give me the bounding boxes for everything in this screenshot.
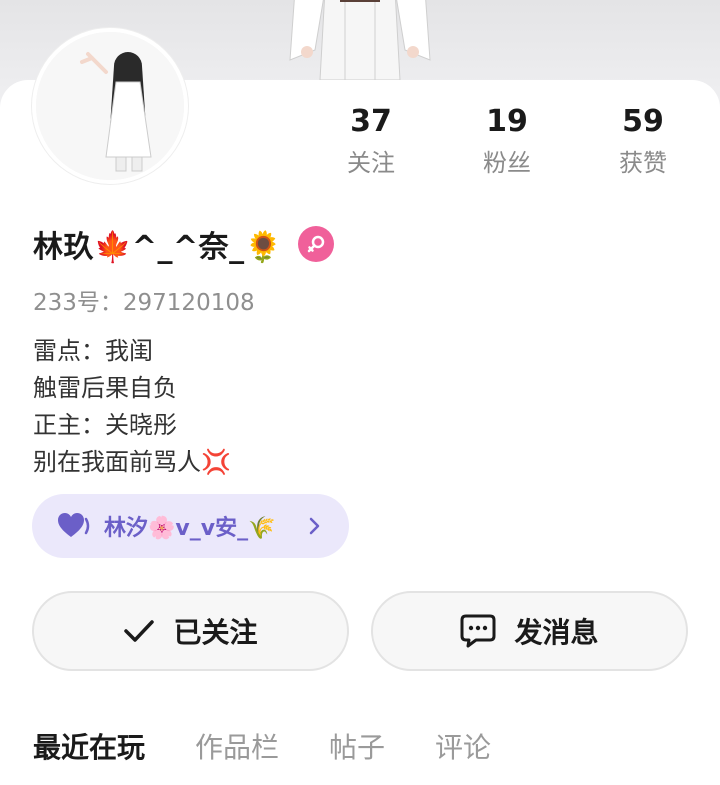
profile-tabs: 最近在玩 作品栏 帖子 评论 (33, 728, 541, 768)
bio-line: 雷点：我闺 (33, 337, 153, 365)
banner-character-image (289, 0, 431, 81)
stat-followers[interactable]: 19 粉丝 (439, 102, 575, 192)
followed-button[interactable]: 已关注 (32, 591, 349, 671)
bio-line: 别在我面前骂人💢 (33, 448, 231, 476)
name-row: 林玖🍁^_^奈_🌻 (33, 222, 335, 266)
avatar-character-image (36, 32, 184, 180)
relationship-chip[interactable]: 林汐🌸v_v安_🌾 (32, 494, 349, 558)
bio-line: 正主：关晓彤 (33, 411, 177, 439)
send-message-label: 发消息 (514, 616, 599, 649)
send-message-button[interactable]: 发消息 (371, 591, 688, 671)
stat-likes[interactable]: 59 获赞 (575, 102, 711, 192)
stat-label: 关注 (347, 149, 395, 177)
relation-partner-name: 林汐🌸v_v安_🌾 (104, 516, 276, 541)
stat-label: 获赞 (619, 149, 667, 177)
followed-button-label: 已关注 (173, 616, 258, 649)
stats-bar: 37 关注 19 粉丝 59 获赞 (303, 102, 713, 192)
tab-recently-played[interactable]: 最近在玩 (33, 728, 145, 768)
stat-value: 59 (622, 104, 664, 139)
tab-posts[interactable]: 帖子 (329, 728, 385, 768)
checkmark-icon (124, 620, 155, 642)
nickname: 林玖🍁^_^奈_🌻 (33, 230, 283, 265)
user-id: 233号：297120108 (33, 290, 255, 316)
chevron-right-icon (309, 517, 320, 535)
stat-value: 19 (486, 104, 528, 139)
stat-label: 粉丝 (483, 149, 531, 177)
tab-works[interactable]: 作品栏 (195, 728, 279, 768)
purple-heart-icon (58, 513, 90, 537)
bio: 雷点：我闺 触雷后果自负 正主：关晓彤 别在我面前骂人💢 (33, 333, 231, 481)
stat-value: 37 (350, 104, 392, 139)
bio-line: 触雷后果自负 (33, 374, 177, 402)
chat-bubble-icon (460, 614, 496, 648)
tab-comments[interactable]: 评论 (435, 728, 491, 768)
stat-following[interactable]: 37 关注 (303, 102, 439, 192)
avatar[interactable] (32, 28, 188, 184)
female-gender-icon (298, 226, 335, 262)
